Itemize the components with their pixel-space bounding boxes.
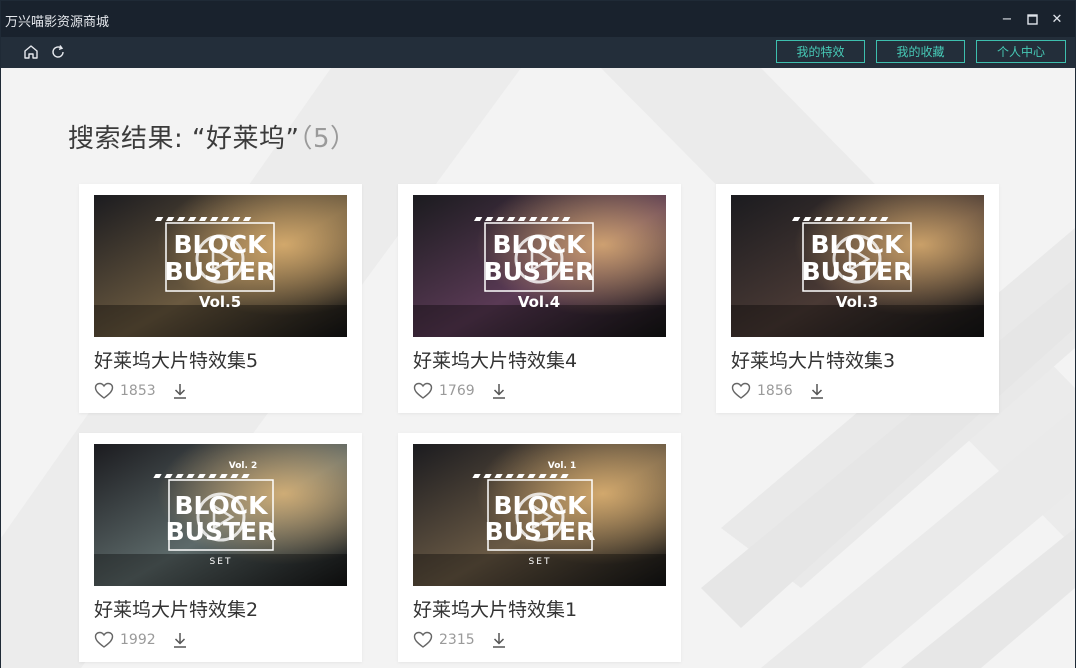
svg-text:BUSTER: BUSTER: [166, 517, 277, 546]
card-title[interactable]: 好莱坞大片特效集4: [413, 346, 577, 373]
refresh-icon[interactable]: [49, 43, 67, 61]
heart-icon[interactable]: [731, 382, 751, 400]
svg-text:BUSTER: BUSTER: [484, 257, 595, 286]
card-thumbnail[interactable]: Vol. 1 BLOCK BUSTER SET: [413, 444, 666, 586]
search-query: “好莱坞”: [192, 124, 300, 154]
heart-icon[interactable]: [413, 382, 433, 400]
result-card[interactable]: BLOCK BUSTER Vol.3 好莱坞大片特效集3 1856: [716, 184, 999, 413]
card-thumbnail[interactable]: BLOCK BUSTER Vol.4: [413, 195, 666, 337]
svg-text:BLOCK: BLOCK: [810, 230, 905, 259]
result-count: （5）: [299, 124, 357, 154]
card-thumbnail[interactable]: Vol. 2 BLOCK BUSTER SET: [94, 444, 347, 586]
svg-text:Vol.4: Vol.4: [518, 293, 560, 311]
svg-text:BLOCK: BLOCK: [174, 491, 269, 520]
card-title[interactable]: 好莱坞大片特效集1: [413, 595, 577, 622]
like-count: 1769: [439, 383, 475, 399]
card-title[interactable]: 好莱坞大片特效集3: [731, 346, 895, 373]
card-thumbnail[interactable]: BLOCK BUSTER Vol.5: [94, 195, 347, 337]
card-meta: 2315: [413, 629, 507, 651]
home-icon[interactable]: [22, 43, 40, 61]
card-title[interactable]: 好莱坞大片特效集2: [94, 595, 258, 622]
svg-text:BUSTER: BUSTER: [485, 517, 596, 546]
heart-icon[interactable]: [94, 631, 114, 649]
card-title[interactable]: 好莱坞大片特效集5: [94, 346, 258, 373]
title-bar: 万兴喵影资源商城 − ✕: [1, 1, 1075, 37]
result-card[interactable]: BLOCK BUSTER Vol.5 好莱坞大片特效集5 1853: [79, 184, 362, 413]
card-meta: 1769: [413, 380, 507, 402]
svg-text:BUSTER: BUSTER: [802, 257, 913, 286]
like-count: 1856: [757, 383, 793, 399]
card-meta: 1992: [94, 629, 188, 651]
svg-text:BLOCK: BLOCK: [492, 230, 587, 259]
search-result-prefix: 搜索结果:: [68, 124, 193, 154]
my-effects-button[interactable]: 我的特效: [776, 40, 865, 63]
like-count: 1853: [120, 383, 156, 399]
card-meta: 1853: [94, 380, 188, 402]
like-count: 1992: [120, 632, 156, 648]
content-area: 搜索结果: “好莱坞”（5） BLOCK BUSTER Vol.5 好莱坞大片特效集…: [1, 68, 1075, 668]
minimize-button[interactable]: −: [997, 9, 1017, 29]
heart-icon[interactable]: [413, 631, 433, 649]
result-card[interactable]: Vol. 1 BLOCK BUSTER SET 好莱坞大片特效集1 2315: [398, 433, 681, 662]
download-icon[interactable]: [809, 382, 825, 400]
heart-icon[interactable]: [94, 382, 114, 400]
like-count: 2315: [439, 632, 475, 648]
toolbar: 我的特效 我的收藏 个人中心: [1, 37, 1075, 68]
close-button[interactable]: ✕: [1047, 9, 1067, 29]
my-favorites-button[interactable]: 我的收藏: [876, 40, 965, 63]
svg-text:BUSTER: BUSTER: [165, 257, 276, 286]
card-meta: 1856: [731, 380, 825, 402]
maximize-icon: [1026, 13, 1038, 25]
svg-text:SET: SET: [210, 557, 233, 567]
download-icon[interactable]: [172, 631, 188, 649]
download-icon[interactable]: [172, 382, 188, 400]
maximize-button[interactable]: [1022, 9, 1042, 29]
download-icon[interactable]: [491, 631, 507, 649]
svg-text:Vol. 2: Vol. 2: [229, 461, 258, 471]
svg-text:SET: SET: [529, 557, 552, 567]
window-title: 万兴喵影资源商城: [5, 15, 110, 30]
personal-center-button[interactable]: 个人中心: [976, 40, 1066, 63]
svg-text:Vol.3: Vol.3: [836, 293, 878, 311]
download-icon[interactable]: [491, 382, 507, 400]
svg-text:BLOCK: BLOCK: [173, 230, 268, 259]
result-card[interactable]: BLOCK BUSTER Vol.4 好莱坞大片特效集4 1769: [398, 184, 681, 413]
search-result-heading: 搜索结果: “好莱坞”（5）: [68, 118, 357, 155]
result-card[interactable]: Vol. 2 BLOCK BUSTER SET 好莱坞大片特效集2 1992: [79, 433, 362, 662]
svg-text:Vol.5: Vol.5: [199, 293, 241, 311]
svg-text:Vol. 1: Vol. 1: [548, 461, 577, 471]
svg-text:BLOCK: BLOCK: [493, 491, 588, 520]
card-thumbnail[interactable]: BLOCK BUSTER Vol.3: [731, 195, 984, 337]
